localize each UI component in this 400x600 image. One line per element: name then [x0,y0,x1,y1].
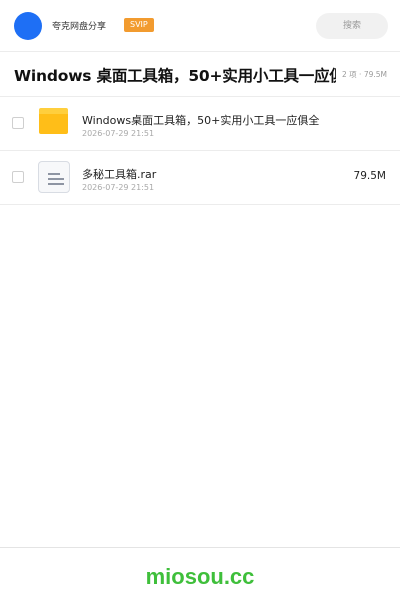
avatar[interactable] [14,12,42,40]
file-date: 2026-07-29 21:51 [82,183,155,192]
svip-badge: SVIP [124,18,154,32]
brand-name: 夸克网盘分享 [52,22,107,32]
select-checkbox[interactable] [12,117,24,129]
file-row-archive[interactable]: 多秘工具箱.rar 2026-07-29 21:51 79.5M [0,151,400,205]
share-meta: 2 项 · 79.5M [342,70,387,79]
file-row-folder[interactable]: Windows桌面工具箱，50+实用小工具一应俱全 2026-07-29 21:… [0,97,400,151]
select-checkbox[interactable] [12,171,24,183]
file-name[interactable]: 多秘工具箱.rar [82,166,156,182]
page-title: Windows 桌面工具箱，50+实用小工具一应俱全 [14,67,336,85]
file-date: 2026-07-29 21:51 [82,129,155,138]
archive-file-icon [38,161,70,193]
file-size: 79.5M [353,170,386,182]
folder-icon [39,108,68,134]
top-bar: 夸克网盘分享 SVIP 搜索 [0,0,400,52]
site-watermark[interactable]: miosou.cc [0,564,400,590]
footer: miosou.cc [0,547,400,600]
search-button[interactable]: 搜索 [316,13,388,39]
file-name[interactable]: Windows桌面工具箱，50+实用小工具一应俱全 [82,112,319,128]
share-title-row: Windows 桌面工具箱，50+实用小工具一应俱全 2 项 · 79.5M [0,52,400,97]
